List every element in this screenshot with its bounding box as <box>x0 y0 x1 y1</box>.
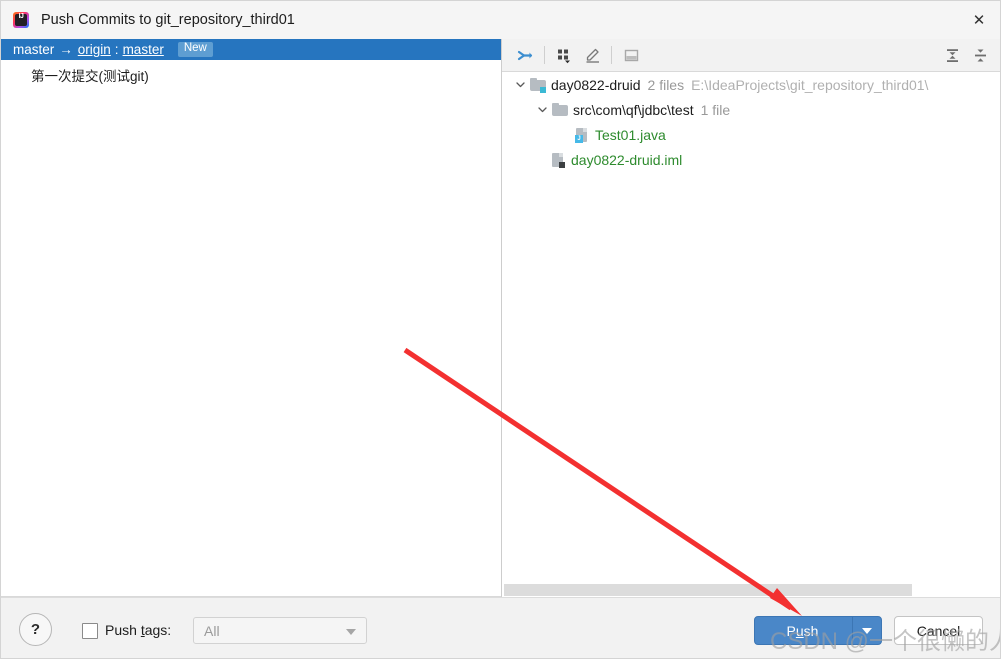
push-tags-label-pre: Push <box>105 622 141 638</box>
close-icon[interactable]: ✕ <box>956 1 1000 39</box>
tree-node-label: Test01.java <box>595 126 666 143</box>
dialog-content: master → origin : master New 第一次提交(测试git… <box>1 39 1000 597</box>
edit-icon[interactable] <box>578 42 606 68</box>
push-button[interactable]: Push <box>754 616 882 645</box>
toolbar-divider-1 <box>544 46 545 64</box>
chevron-down-icon[interactable] <box>536 103 549 116</box>
expand-all-icon[interactable] <box>938 42 966 68</box>
branch-separator: : <box>114 42 119 57</box>
cancel-button[interactable]: Cancel <box>894 616 983 645</box>
push-label-mnemonic: u <box>795 622 804 639</box>
push-tags-checkbox[interactable] <box>82 623 98 639</box>
window-title: Push Commits to git_repository_third01 <box>41 12 295 28</box>
scrollbar-thumb[interactable] <box>504 584 912 596</box>
changed-files-tree[interactable]: day0822-druid 2 files E:\IdeaProjects\gi… <box>502 72 1000 597</box>
target-branch[interactable]: master <box>123 42 164 57</box>
remote-name[interactable]: origin <box>78 42 111 57</box>
tree-row[interactable]: J Test01.java <box>502 122 1000 147</box>
branch-header-row[interactable]: master → origin : master New <box>1 39 501 60</box>
commit-list-pane: master → origin : master New 第一次提交(测试git… <box>1 39 501 597</box>
group-by-icon[interactable] <box>550 42 578 68</box>
tree-node-label: day0822-druid <box>551 76 641 93</box>
source-branch: master <box>13 42 55 57</box>
help-button[interactable]: ? <box>19 613 52 646</box>
tree-row[interactable]: src\com\qf\jdbc\test 1 file <box>502 97 1000 122</box>
tree-node-label: day0822-druid.iml <box>571 151 683 168</box>
push-button-label: Push <box>755 623 852 639</box>
folder-modified-icon <box>530 77 546 93</box>
intellij-idea-icon: IJ <box>12 11 30 29</box>
title-bar: IJ Push Commits to git_repository_third0… <box>1 1 1000 39</box>
push-tags-selected-value: All <box>204 623 220 639</box>
collapse-selection-icon[interactable] <box>511 42 539 68</box>
chevron-down-icon[interactable] <box>346 629 356 635</box>
arrow-glyph-icon: → <box>59 42 73 57</box>
push-tags-select[interactable]: All <box>193 617 367 644</box>
push-commits-dialog: IJ Push Commits to git_repository_third0… <box>0 0 1001 659</box>
changed-files-pane: day0822-druid 2 files E:\IdeaProjects\gi… <box>502 39 1000 597</box>
status-badge: New <box>177 42 213 57</box>
preview-diff-icon[interactable] <box>617 42 645 68</box>
tree-node-path: E:\IdeaProjects\git_repository_third01\ <box>691 76 929 93</box>
java-file-icon: J <box>574 127 590 143</box>
push-tags-label: Push tags: <box>105 622 171 638</box>
push-label-pre: P <box>786 622 796 639</box>
tree-row[interactable]: day0822-druid.iml <box>502 147 1000 172</box>
tree-node-filecount: 1 file <box>700 101 731 118</box>
chevron-down-icon[interactable] <box>514 78 527 91</box>
toolbar-divider-2 <box>611 46 612 64</box>
iml-file-icon <box>550 152 566 168</box>
tree-node-label: src\com\qf\jdbc\test <box>573 101 694 118</box>
horizontal-scrollbar[interactable] <box>502 583 1000 597</box>
folder-icon <box>552 102 568 118</box>
push-tags-label-post: ags: <box>144 622 172 638</box>
tree-row[interactable]: day0822-druid 2 files E:\IdeaProjects\gi… <box>502 72 1000 97</box>
push-label-post: sh <box>803 622 819 639</box>
list-item[interactable]: 第一次提交(测试git) <box>1 60 501 85</box>
tree-node-filecount: 2 files <box>647 76 685 93</box>
tree-toolbar <box>502 39 1000 72</box>
push-dropdown-arrow-icon[interactable] <box>853 627 881 634</box>
collapse-all-icon[interactable] <box>966 42 994 68</box>
